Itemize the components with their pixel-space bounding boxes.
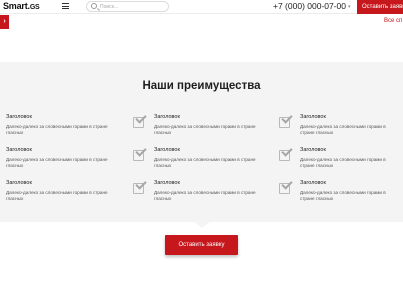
advantage-title: Заголовок xyxy=(6,147,32,153)
checkbox-checked-icon xyxy=(133,112,147,129)
logo-main: Smart. xyxy=(3,1,30,11)
all-services-link[interactable]: Все сп xyxy=(384,18,402,24)
advantage-item: Заголовок Далеко-далеко за словесными го… xyxy=(300,180,403,210)
site-header: Smart.GS +7 (000) 000-07-00▾ Оставить за… xyxy=(0,0,403,14)
advantage-item: Заголовок Далеко-далеко за словесными го… xyxy=(6,114,132,144)
advantage-title: Заголовок xyxy=(6,180,32,186)
advantage-text: Далеко-далеко за словесными горами в стр… xyxy=(6,190,108,201)
advantage-text: Далеко-далеко за словесными горами в стр… xyxy=(154,124,256,135)
advantage-title: Заголовок xyxy=(6,114,32,120)
logo-suffix: GS xyxy=(29,4,40,11)
section-pointer xyxy=(193,221,211,228)
chevron-down-icon[interactable]: ▾ xyxy=(348,4,351,10)
advantage-title: Заголовок xyxy=(154,180,180,186)
advantage-title: Заголовок xyxy=(300,147,326,153)
advantage-title: Заголовок xyxy=(154,147,180,153)
menu-icon[interactable] xyxy=(62,3,69,9)
checkbox-checked-icon xyxy=(279,112,293,129)
checkbox-checked-icon xyxy=(133,145,147,162)
advantage-item: Заголовок Далеко-далеко за словесными го… xyxy=(154,114,280,144)
advantage-text: Далеко-далеко за словесными горами в стр… xyxy=(300,157,386,168)
advantage-text: Далеко-далеко за словесными горами в стр… xyxy=(300,190,386,201)
advantage-title: Заголовок xyxy=(154,114,180,120)
search-box xyxy=(86,1,169,12)
advantage-text: Далеко-далеко за словесными горами в стр… xyxy=(300,124,386,135)
phone-text: +7 (000) 000-07-00 xyxy=(273,1,347,11)
advantages-section: Наши преимущества Заголовок Далеко-далек… xyxy=(0,62,403,222)
advantage-title: Заголовок xyxy=(300,180,326,186)
checkbox-checked-icon xyxy=(279,145,293,162)
checkbox-checked-icon xyxy=(279,178,293,195)
search-input[interactable] xyxy=(100,3,166,11)
advantage-text: Далеко-далеко за словесными горами в стр… xyxy=(154,190,256,201)
advantage-item: Заголовок Далеко-далеко за словесными го… xyxy=(300,147,403,177)
request-button[interactable]: Оставить заявку xyxy=(165,235,238,255)
section-title: Наши преимущества xyxy=(142,80,261,92)
advantage-text: Далеко-далеко за словесными горами в стр… xyxy=(6,124,108,135)
advantage-item: Заголовок Далеко-далеко за словесными го… xyxy=(154,147,280,177)
advantage-item: Заголовок Далеко-далеко за словесными го… xyxy=(6,180,132,210)
advantage-title: Заголовок xyxy=(300,114,326,120)
advantage-text: Далеко-далеко за словесными горами в стр… xyxy=(6,157,108,168)
advantage-item: Заголовок Далеко-далеко за словесными го… xyxy=(300,114,403,144)
advantage-text: Далеко-далеко за словесными горами в стр… xyxy=(154,157,256,168)
search-icon[interactable] xyxy=(91,3,97,9)
advantage-item: Заголовок Далеко-далеко за словесными го… xyxy=(6,147,132,177)
advantage-item: Заголовок Далеко-далеко за словесными го… xyxy=(154,180,280,210)
checkbox-checked-icon xyxy=(133,178,147,195)
logo[interactable]: Smart.GS xyxy=(3,1,40,11)
side-panel-toggle[interactable]: › xyxy=(0,15,9,29)
phone-number[interactable]: +7 (000) 000-07-00 ▾ xyxy=(273,1,351,11)
header-request-button[interactable]: Оставить заявку xyxy=(357,0,403,14)
